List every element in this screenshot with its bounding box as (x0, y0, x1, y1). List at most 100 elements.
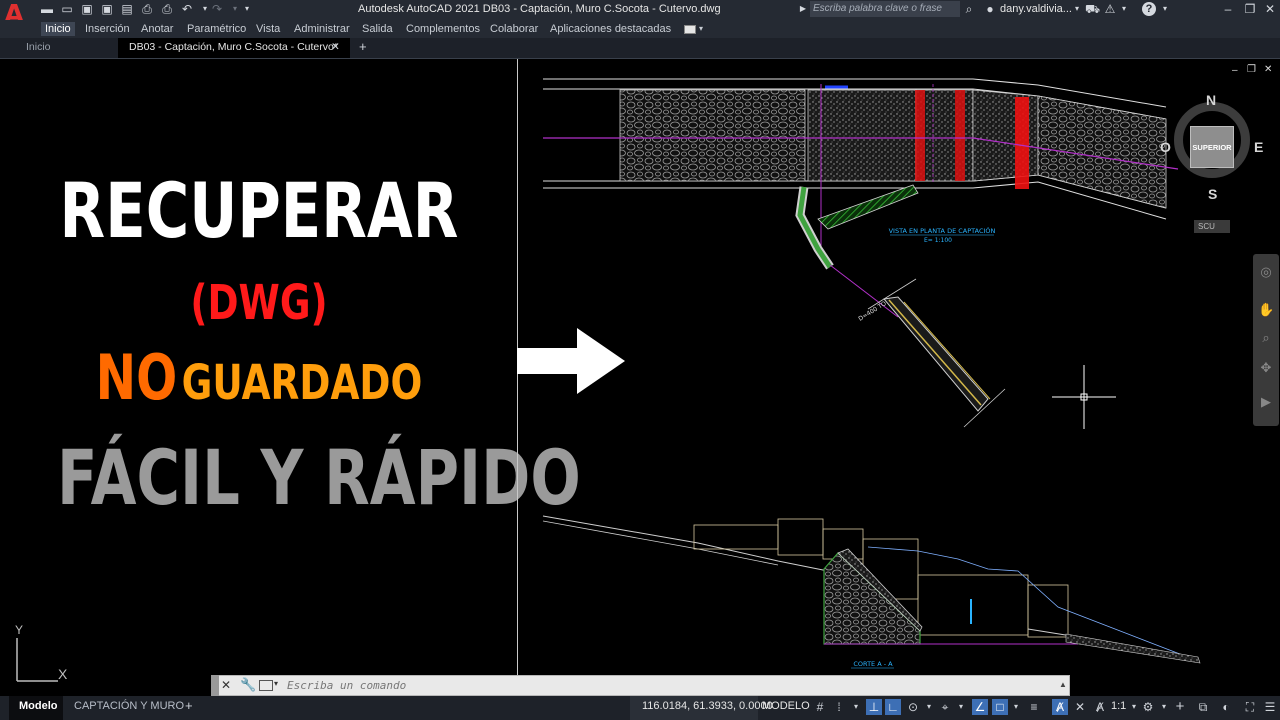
isodraft-icon[interactable]: ⌖ (937, 699, 953, 715)
customization-icon[interactable]: ☰ (1262, 699, 1278, 715)
ribbon-tab-parametrico[interactable]: Paramétrico (187, 23, 246, 35)
help-icon[interactable]: ? (1142, 2, 1156, 16)
user-dropdown-icon[interactable]: ▾ (1072, 2, 1082, 16)
ribbon-toggle-icon[interactable] (684, 25, 696, 34)
ortho-icon[interactable]: ∟ (885, 699, 901, 715)
diagonal-structure: D=400 TO (857, 278, 1006, 428)
store-cart-icon[interactable]: ⛟ (1085, 2, 1100, 16)
file-tab-bar: Inicio DB03 - Captación, Muro C.Socota -… (0, 38, 1280, 59)
ribbon-tab-colaborar[interactable]: Colaborar (490, 23, 538, 35)
crosshair-cursor (1052, 365, 1116, 429)
user-name[interactable]: dany.valdivia... (1000, 3, 1072, 15)
status-bar: Modelo CAPTACIÓN Y MURO + 116.0184, 61.3… (0, 696, 1280, 720)
ribbon-tab-vista[interactable]: Vista (256, 23, 280, 35)
object-snap-dropdown-icon[interactable]: ▾ (1008, 699, 1024, 715)
print-icon[interactable]: ⎙ (160, 2, 174, 16)
annotation-scale-value[interactable]: 1:1 (1111, 700, 1126, 712)
ribbon-tab-inicio[interactable]: Inicio (41, 22, 75, 36)
help-dropdown-icon[interactable]: ▾ (1160, 2, 1170, 16)
object-snap-tracking-icon[interactable]: ∠ (972, 699, 988, 715)
command-grip[interactable] (211, 675, 219, 696)
command-line: ✕ 🔧 ▾ Escriba un comando ▲ (211, 675, 1070, 696)
new-file-icon[interactable]: ▬ (40, 2, 54, 16)
annotation-scale-icon[interactable]: Ⱥ (1092, 699, 1108, 715)
dynamic-input-icon[interactable]: ⊥ (866, 699, 882, 715)
ucs-x-label: X (58, 666, 68, 682)
viewcube-south-label[interactable]: S (1208, 186, 1217, 202)
save-as-icon[interactable]: ▣ (100, 2, 114, 16)
undo-icon[interactable]: ↶ (180, 2, 194, 16)
model-space-button[interactable]: MODELO (762, 700, 810, 712)
tab-layout-captacion[interactable]: CAPTACIÓN Y MURO (74, 700, 184, 712)
command-history-icon[interactable]: ▲ (1059, 680, 1067, 689)
grid-icon[interactable]: # (812, 699, 828, 715)
restore-window-icon[interactable]: ❐ (1242, 2, 1258, 16)
command-customize-icon[interactable]: 🔧 (240, 677, 256, 693)
close-window-icon[interactable]: ✕ (1262, 2, 1278, 16)
command-close-icon[interactable]: ✕ (221, 678, 231, 692)
viewport-minimize-icon[interactable]: – (1232, 65, 1238, 76)
object-snap-icon[interactable]: □ (992, 699, 1008, 715)
annotation-visibility-icon[interactable]: Ⱥ (1052, 699, 1068, 715)
wcs-menu[interactable]: SCU (1194, 220, 1230, 233)
tab-modelo[interactable]: Modelo (19, 700, 58, 712)
viewcube-north-label[interactable]: N (1206, 92, 1216, 108)
file-tab-doc-label[interactable]: DB03 - Captación, Muro C.Socota - Cuterv… (129, 41, 338, 53)
new-tab-icon[interactable]: + (359, 39, 367, 54)
showmotion-icon[interactable]: ▶ (1258, 394, 1274, 410)
close-tab-icon[interactable]: ✕ (331, 41, 340, 53)
orbit-icon[interactable]: ✥ (1258, 360, 1274, 376)
zoom-icon[interactable]: ⌕ (1258, 330, 1274, 346)
plan-view (543, 78, 1179, 318)
a360-icon[interactable]: ⚠ (1103, 2, 1117, 16)
isolate-objects-icon[interactable]: ◐ (1218, 699, 1234, 715)
a360-dropdown-icon[interactable]: ▾ (1119, 2, 1129, 16)
ribbon-tab-administrar[interactable]: Administrar (294, 23, 350, 35)
pan-icon[interactable]: ✋ (1258, 302, 1274, 318)
command-input[interactable]: Escriba un comando (287, 679, 406, 692)
auto-scale-icon[interactable]: ✕ (1072, 699, 1088, 715)
viewport-close-icon[interactable]: ✕ (1264, 64, 1272, 75)
ribbon-toggle-dropdown-icon[interactable]: ▾ (699, 24, 703, 33)
units-icon[interactable]: ⧉ (1195, 699, 1211, 715)
search-input[interactable]: Escriba palabra clave o frase (810, 1, 960, 17)
redo-icon[interactable]: ↷ (210, 2, 224, 16)
ribbon-tab-complementos[interactable]: Complementos (406, 23, 480, 35)
command-recent-dropdown-icon[interactable]: ▾ (274, 679, 278, 688)
snap-dropdown-icon[interactable]: ▾ (848, 699, 864, 715)
steering-wheel-icon[interactable]: ◎ (1258, 264, 1274, 280)
add-layout-icon[interactable]: + (185, 698, 193, 713)
file-tab-home[interactable]: Inicio (26, 41, 51, 53)
ribbon-tab-aplicaciones[interactable]: Aplicaciones destacadas (550, 23, 671, 35)
command-recent-icon[interactable] (259, 680, 273, 691)
search-icon[interactable]: ⌕ (962, 2, 976, 16)
web-mobile-icon[interactable]: ▤ (120, 2, 134, 16)
open-file-icon[interactable]: ▭ (60, 2, 74, 16)
ribbon-tab-bar: Inicio Inserción Anotar Paramétrico Vist… (0, 20, 1280, 38)
workspace-dropdown-icon[interactable]: ▾ (1156, 699, 1172, 715)
viewcube-face-superior[interactable]: SUPERIOR (1190, 126, 1234, 168)
user-icon[interactable]: ● (983, 2, 997, 16)
clean-screen-icon[interactable]: ⛶ (1242, 699, 1258, 715)
ribbon-tab-anotar[interactable]: Anotar (141, 23, 173, 35)
ribbon-tab-salida[interactable]: Salida (362, 23, 393, 35)
viewcube-west-label[interactable]: O (1160, 139, 1171, 155)
viewport-restore-icon[interactable]: ❐ (1247, 64, 1256, 75)
section-title-text: CORTE A - A (853, 660, 893, 668)
isodraft-dropdown-icon[interactable]: ▾ (953, 699, 969, 715)
save-icon[interactable]: ▣ (80, 2, 94, 16)
polar-icon[interactable]: ⊙ (905, 699, 921, 715)
minimize-window-icon[interactable]: – (1220, 2, 1236, 16)
lineweight-icon[interactable]: ≡ (1026, 699, 1042, 715)
polar-dropdown-icon[interactable]: ▾ (921, 699, 937, 715)
plot-icon[interactable]: ⎙ (140, 2, 154, 16)
search-expand-icon[interactable]: ▶ (798, 2, 808, 16)
snap-icon[interactable]: ⁞ (831, 699, 847, 715)
viewcube-east-label[interactable]: E (1254, 139, 1263, 155)
ribbon-tab-insercion[interactable]: Inserción (85, 23, 130, 35)
overlay-line-recuperar: RECUPERAR (59, 166, 459, 255)
annotation-monitor-icon[interactable]: + (1172, 699, 1188, 715)
workspace-gear-icon[interactable]: ⚙ (1140, 699, 1156, 715)
coordinates-readout[interactable]: 116.0184, 61.3933, 0.0000 (642, 700, 773, 712)
customize-toolbar-icon[interactable]: ▾ (240, 2, 254, 16)
